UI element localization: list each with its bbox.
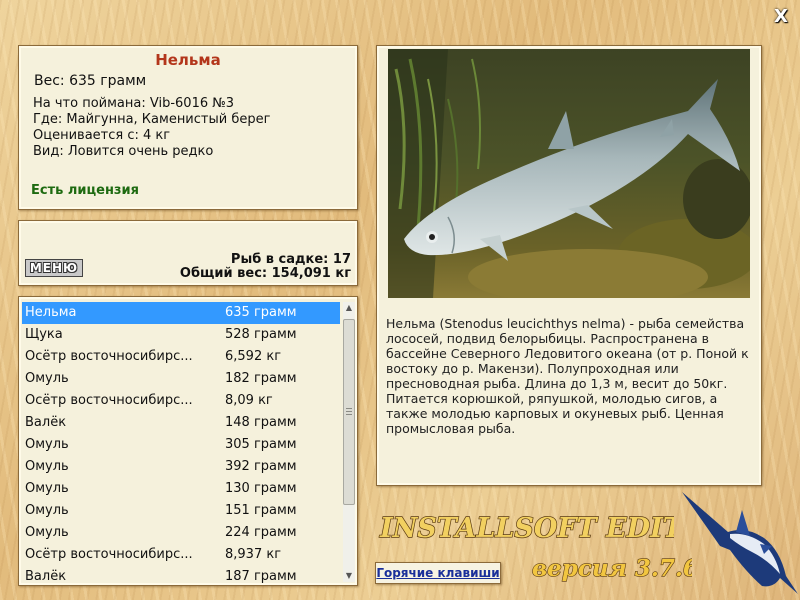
fish-name-cell: Осётр восточносибирс... [25, 547, 193, 562]
scrollbar-thumb[interactable] [343, 319, 355, 505]
fish-name-cell: Осётр восточносибирс... [25, 349, 193, 364]
fish-weight-cell: 392 грамм [225, 459, 297, 474]
caught-where: Где: Майгунна, Каменистый берег [33, 112, 271, 127]
version-text: версия 3.7.6 [532, 555, 692, 582]
list-item[interactable]: Валёк 148 грамм [22, 412, 340, 434]
grip-icon [346, 408, 352, 416]
list-item[interactable]: Омуль 224 грамм [22, 522, 340, 544]
fish-weight-cell: 148 грамм [225, 415, 297, 430]
marlin-logo-icon [682, 492, 798, 594]
cage-stats-panel: МЕНЮ Рыб в садке: 17 Общий вес: 154,091 … [18, 220, 358, 286]
fish-description: Нельма (Stenodus leucichthys nelma) - ры… [386, 316, 749, 436]
fish-weight-cell: 130 грамм [225, 481, 297, 496]
list-item[interactable]: Осётр восточносибирс... 8,09 кг [22, 390, 340, 412]
fish-count: Рыб в садке: 17 [230, 252, 351, 267]
fish-name-cell: Щука [25, 327, 63, 342]
fish-weight-cell: 187 грамм [225, 569, 297, 584]
fish-photo-panel: Нельма (Stenodus leucichthys nelma) - ры… [376, 45, 762, 486]
list-item[interactable]: Осётр восточносибирс... 8,937 кг [22, 544, 340, 566]
list-item[interactable]: Омуль 392 грамм [22, 456, 340, 478]
fish-name-cell: Омуль [25, 371, 69, 386]
fish-weight: Вес: 635 грамм [34, 73, 147, 89]
close-button[interactable]: X [772, 8, 790, 26]
scroll-down-arrow-icon[interactable]: ▼ [343, 570, 355, 582]
fish-weight-cell: 528 грамм [225, 327, 297, 342]
rarity: Вид: Ловится очень редко [33, 144, 214, 159]
fish-name-cell: Омуль [25, 525, 69, 540]
fish-name-cell: Валёк [25, 569, 67, 584]
fish-weight-cell: 8,09 кг [225, 393, 273, 408]
price-value: Оценивается с: 4 кг [33, 128, 171, 143]
fish-name-cell: Нельма [25, 305, 77, 320]
fish-name-cell: Осётр восточносибирс... [25, 393, 193, 408]
total-weight: Общий вес: 154,091 кг [179, 266, 351, 281]
fish-name-cell: Омуль [25, 437, 69, 452]
list-item[interactable]: Осётр восточносибирс... 6,592 кг [22, 346, 340, 368]
hotkeys-button[interactable]: Горячие клавиши [375, 562, 501, 584]
list-item[interactable]: Омуль 305 грамм [22, 434, 340, 456]
edition-text: INSTALLSOFT EDITION [379, 513, 674, 544]
fish-weight-cell: 151 грамм [225, 503, 297, 518]
list-item[interactable]: Щука 528 грамм [22, 324, 340, 346]
fish-name-cell: Омуль [25, 503, 69, 518]
fish-weight-cell: 182 грамм [225, 371, 297, 386]
fish-weight-cell: 8,937 кг [225, 547, 282, 562]
list-item[interactable]: Омуль 151 грамм [22, 500, 340, 522]
fish-weight-cell: 305 грамм [225, 437, 297, 452]
list-scrollbar[interactable]: ▲ ▼ [343, 302, 355, 582]
fish-name: Нельма [155, 51, 221, 69]
list-item[interactable]: Омуль 130 грамм [22, 478, 340, 500]
caught-with: На что поймана: Vib-6016 №3 [33, 96, 235, 111]
fish-photo [388, 49, 750, 298]
fish-weight-cell: 224 грамм [225, 525, 297, 540]
fish-weight-cell: 635 грамм [225, 305, 297, 320]
catch-list-panel: Нельма 635 грамм Щука 528 грамм Осётр вост… [18, 296, 358, 586]
fish-info-panel: Нельма Вес: 635 грамм На что поймана: Vi… [18, 45, 358, 210]
edition-logo: INSTALLSOFT EDITION [378, 512, 674, 544]
catch-list[interactable]: Нельма 635 грамм Щука 528 грамм Осётр вост… [22, 302, 340, 585]
version-label: версия 3.7.6 [532, 554, 692, 582]
menu-button[interactable]: МЕНЮ [25, 259, 83, 277]
license-status: Есть лицензия [31, 183, 139, 198]
fish-name-cell: Валёк [25, 415, 67, 430]
list-item[interactable]: Нельма 635 грамм [22, 302, 340, 324]
fish-weight-cell: 6,592 кг [225, 349, 282, 364]
list-item[interactable]: Валёк 187 грамм [22, 566, 340, 585]
list-item[interactable]: Омуль 182 грамм [22, 368, 340, 390]
fish-name-cell: Омуль [25, 481, 69, 496]
fish-name-cell: Омуль [25, 459, 69, 474]
scroll-up-arrow-icon[interactable]: ▲ [343, 302, 355, 314]
